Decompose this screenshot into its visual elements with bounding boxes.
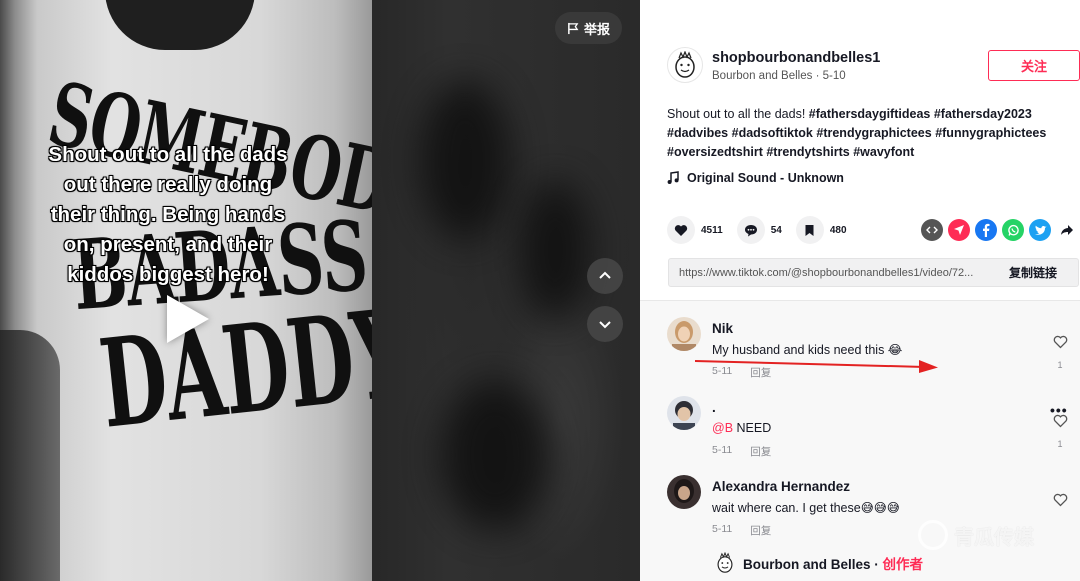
hashtag-link[interactable]: #trendygraphictees [816, 126, 931, 140]
report-button[interactable]: 举报 [555, 12, 622, 44]
hashtag-link[interactable]: #oversizedtshirt [667, 145, 763, 159]
comment-like-button[interactable] [1052, 335, 1068, 354]
comment-meta: 5-11 回复 [712, 444, 771, 459]
whatsapp-icon[interactable] [1002, 219, 1024, 241]
chevron-down-icon [599, 321, 611, 329]
comment-text: wait where can. I get these😅😅😅 [712, 501, 900, 515]
watermark: 青瓜传媒 [918, 520, 1034, 550]
hashtag-link[interactable]: #funnygraphictees [935, 126, 1046, 140]
commenter-avatar[interactable] [667, 475, 701, 509]
hashtag-link[interactable]: #dadsoftiktok [732, 126, 813, 140]
annotation-arrow [695, 360, 938, 373]
heart-icon [674, 224, 688, 236]
caption-line: on, present, and their [63, 233, 273, 256]
commenter-name[interactable]: . [712, 400, 716, 415]
report-label: 举报 [583, 21, 610, 37]
watermark-logo-icon [918, 520, 948, 550]
hashtag-link[interactable]: #fathersday2023 [934, 107, 1032, 121]
comment-date: 5-11 [712, 444, 733, 456]
commenter-avatar[interactable] [667, 396, 701, 430]
more-options-icon[interactable]: ••• [1050, 402, 1068, 418]
embed-icon[interactable] [921, 219, 943, 241]
watermark-text: 青瓜传媒 [954, 526, 1034, 549]
music-title: Original Sound - Unknown [687, 171, 844, 185]
comment-like-button[interactable] [1052, 493, 1068, 512]
hashtag-link[interactable]: #dadvibes [667, 126, 728, 140]
hashtag-link[interactable]: #wavyfont [853, 145, 914, 159]
comment-like-count: 1 [1057, 360, 1063, 370]
blur-shape [420, 80, 510, 240]
commenter-name[interactable]: Nik [712, 321, 733, 336]
hashtag-link[interactable]: #fathersdaygiftideas [809, 107, 931, 121]
author-username[interactable]: shopbourbonandbelles1 [712, 50, 880, 66]
creator-badge: 创作者 [882, 557, 924, 572]
music-link[interactable]: Original Sound - Unknown [667, 171, 844, 185]
share-arrow-icon[interactable] [1056, 219, 1078, 241]
next-video-button[interactable] [587, 306, 623, 342]
twitter-icon[interactable] [1029, 219, 1051, 241]
description-text: Shout out to all the dads! [667, 107, 806, 121]
commenter-name[interactable]: Alexandra Hernandez [712, 479, 850, 494]
comment-text: @B NEED [712, 421, 771, 435]
comment-icon [744, 224, 757, 236]
shirt-print-line: DADDY [93, 281, 372, 456]
bookmark-icon [805, 224, 814, 236]
reply-button[interactable]: 回复 [750, 444, 771, 459]
video-player[interactable]: SOMEBODY'S BADASS DADDY Shout out to all… [0, 0, 640, 581]
author-display-name: Bourbon and Belles [712, 70, 813, 82]
like-count: 4511 [701, 224, 723, 236]
video-url[interactable]: https://www.tiktok.com/@shopbourbonandbe… [669, 267, 988, 279]
flag-icon [568, 22, 579, 34]
comment-text: My husband and kids need this 😂 [712, 343, 903, 357]
author-subtitle: Bourbon and Belles · 5-10 [712, 70, 846, 82]
video-description: Shout out to all the dads! #fathersdaygi… [667, 105, 1067, 162]
engagement-bar: 4511 54 480 [667, 216, 861, 244]
video-detail-panel: shopbourbonandbelles1 Bourbon and Belles… [640, 0, 1080, 581]
heart-outline-icon [1053, 493, 1067, 507]
share-bar [921, 219, 1078, 241]
caption-line: kiddos biggest hero! [67, 263, 269, 286]
video-caption: Shout out to all the dads out there real… [18, 140, 318, 290]
like-button[interactable] [667, 216, 695, 244]
video-frame[interactable]: SOMEBODY'S BADASS DADDY Shout out to all… [0, 0, 372, 581]
caption-line: their thing. Being hands [50, 203, 286, 226]
comment-meta: 5-11 回复 [712, 523, 771, 538]
bookmark-button[interactable] [795, 216, 824, 244]
creator-reply: Bourbon and Belles · 创作者 [715, 552, 923, 574]
brand-logo-icon [717, 552, 733, 573]
copy-link-button[interactable]: 复制链接 [988, 264, 1078, 281]
user-mention[interactable]: @B [712, 421, 733, 435]
comment-date: 5-11 [712, 523, 733, 535]
comment-count: 54 [770, 224, 782, 236]
video-subject-neck [105, 0, 255, 50]
comment-button[interactable] [736, 216, 765, 244]
hashtag-link[interactable]: #trendytshirts [766, 145, 849, 159]
blur-shape [440, 380, 550, 530]
music-note-icon [667, 171, 679, 184]
commenter-avatar[interactable] [667, 317, 701, 351]
author-avatar[interactable] [667, 47, 703, 83]
previous-video-button[interactable] [587, 258, 623, 294]
post-date: 5-10 [822, 70, 846, 82]
facebook-icon[interactable] [975, 219, 997, 241]
chevron-up-icon [599, 271, 611, 279]
comment-body: NEED [736, 421, 772, 435]
comment-action[interactable]: 54 [736, 216, 782, 244]
like-action[interactable]: 4511 [667, 216, 723, 244]
creator-reply-name[interactable]: Bourbon and Belles · 创作者 [743, 553, 923, 573]
play-icon[interactable] [167, 295, 209, 343]
send-icon[interactable] [948, 219, 970, 241]
comment-like-count: 1 [1057, 439, 1063, 449]
blur-shape [520, 180, 590, 320]
video-link-box: https://www.tiktok.com/@shopbourbonandbe… [668, 258, 1079, 287]
reply-button[interactable]: 回复 [750, 523, 771, 538]
save-action[interactable]: 480 [795, 216, 847, 244]
caption-line: out there really doing [63, 173, 273, 196]
brand-logo-icon [675, 51, 695, 78]
follow-button[interactable]: 关注 [988, 50, 1080, 81]
heart-outline-icon [1053, 335, 1067, 349]
save-count: 480 [829, 224, 847, 236]
caption-line: Shout out to all the dads [48, 143, 288, 166]
video-subject-arm [0, 330, 60, 581]
